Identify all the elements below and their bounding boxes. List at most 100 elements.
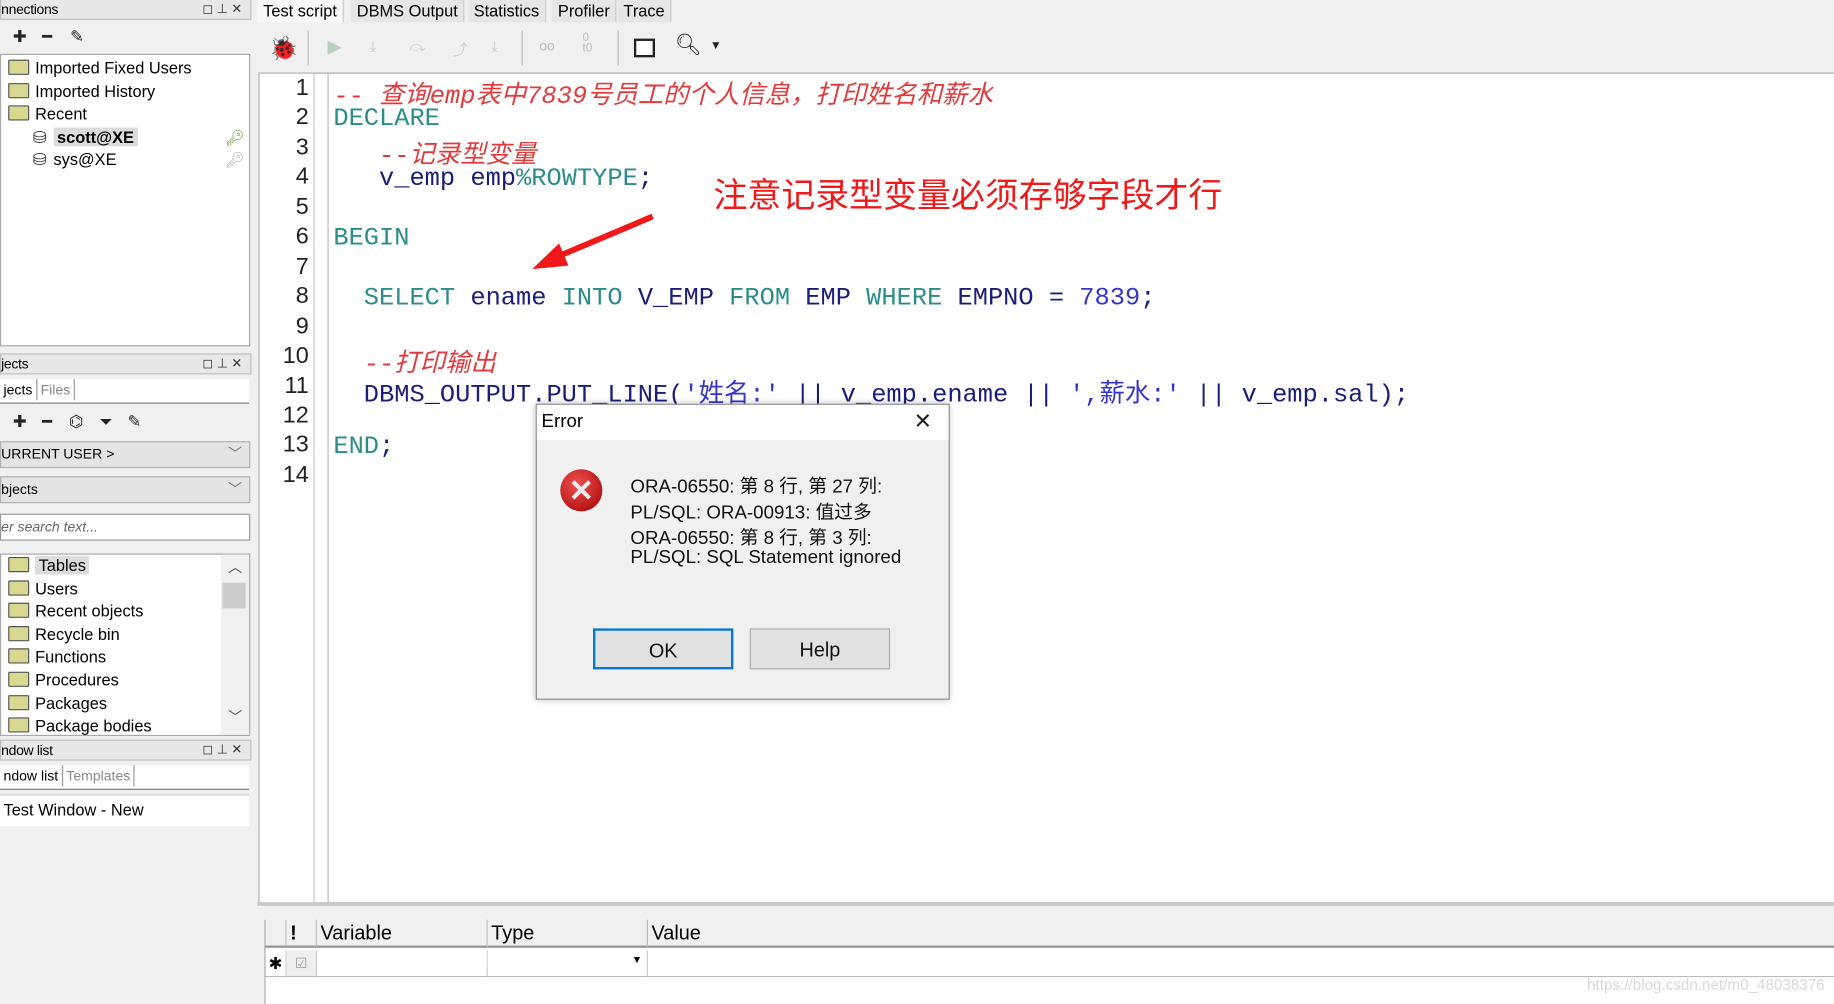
object-tree-item[interactable]: Package bodies [1, 715, 249, 736]
tab-profiler[interactable]: Profiler [552, 0, 617, 23]
object-tree-item[interactable]: Procedures [1, 669, 249, 692]
scroll-up-icon[interactable]: ︿ [228, 557, 242, 577]
tab-trace[interactable]: Trace [617, 0, 672, 23]
tree-item-label: sys@XE [53, 150, 117, 169]
object-tree-item[interactable]: Packages [1, 692, 249, 715]
search-icon[interactable]: 🔍︎ [675, 33, 702, 58]
row-checkbox[interactable]: ☑ [286, 950, 317, 978]
column-header-value[interactable]: Value [647, 919, 1834, 948]
configure-icon[interactable]: ✎ [70, 27, 84, 47]
tab-window-list[interactable]: ndow list [0, 765, 63, 787]
help-button[interactable]: Help [749, 628, 891, 670]
window-list-item[interactable]: Test Window - New [0, 796, 249, 824]
code-token: ; [1140, 283, 1156, 313]
tab-test-script[interactable]: Test script [257, 0, 344, 23]
tab-objects[interactable]: jects [0, 379, 38, 401]
ok-button[interactable]: OK [593, 628, 734, 670]
line-number: 2 [295, 104, 309, 131]
type-cell[interactable]: ▼ [487, 950, 648, 978]
object-tree-item[interactable]: Recycle bin [1, 623, 249, 646]
close-icon[interactable]: ✕ [231, 743, 245, 757]
tab-dbms-output[interactable]: DBMS Output [350, 0, 465, 23]
error-message-line: ORA-06550: 第 8 行, 第 27 列: [630, 477, 883, 498]
new-row-indicator-icon: ✱ [265, 950, 287, 978]
window-list-panel-title: ndow list [1, 741, 53, 759]
code-line[interactable]: BEGIN [333, 224, 409, 253]
restore-icon[interactable]: ◻ [202, 743, 216, 757]
line-number: 5 [295, 194, 309, 220]
step-over-icon[interactable]: ⤼ [409, 37, 425, 56]
folder-icon [8, 602, 30, 619]
object-search-input[interactable]: er search text... [0, 513, 251, 541]
add-icon[interactable]: ✚ [13, 412, 27, 432]
code-line[interactable]: END; [333, 432, 394, 461]
step-out-icon[interactable]: ⤴ [453, 37, 468, 59]
objects-scrollbar[interactable]: ︿ ﹀ [221, 554, 250, 735]
value-cell[interactable] [647, 950, 1834, 978]
scrollbar-thumb[interactable] [222, 582, 246, 609]
line-number: 11 [284, 372, 309, 399]
watch-icon[interactable]: oo [539, 37, 555, 53]
code-token: 7839 [1079, 283, 1141, 313]
close-icon[interactable]: ✕ [231, 357, 245, 371]
code-token: || v_emp.sal); [1180, 379, 1410, 409]
object-type-select[interactable]: bjects ﹀ [0, 476, 251, 504]
run-to-exception-icon[interactable]: ⤓ [491, 37, 498, 56]
line-number: 10 [282, 342, 309, 369]
code-line[interactable]: v_emp emp%ROWTYPE; [333, 164, 653, 193]
remove-icon[interactable]: ━ [42, 412, 52, 432]
scroll-down-icon[interactable]: ﹀ [228, 707, 242, 727]
filter-icon[interactable]: ⏷ [99, 412, 112, 432]
pin-icon[interactable]: ⊥ [217, 357, 232, 371]
line-number: 7 [295, 253, 309, 280]
line-number: 12 [282, 402, 309, 429]
dropdown-arrow-icon[interactable]: ▼ [710, 40, 722, 53]
watermark: https://blog.csdn.net/m0_48038376 [1587, 975, 1825, 994]
object-tree-item[interactable]: Tables [1, 555, 249, 578]
find-binoculars-icon[interactable]: ⌬ [69, 412, 83, 432]
folder-icon [8, 717, 30, 733]
code-token: DECLARE [333, 104, 440, 134]
tree-item-label: Functions [35, 647, 107, 667]
object-tree-item[interactable]: Recent objects [1, 601, 249, 624]
close-icon[interactable]: ✕ [231, 2, 245, 16]
pin-icon[interactable]: ⊥ [217, 2, 232, 16]
connection-tree-item[interactable]: ⛁ scott@XE 🔑︎ [1, 126, 249, 149]
code-token: EMPNO = [942, 283, 1080, 313]
step-into-icon[interactable]: ⤓ [370, 37, 377, 56]
tab-statistics[interactable]: Statistics [467, 0, 547, 23]
remove-icon[interactable]: ━ [42, 27, 52, 47]
user-select[interactable]: URRENT USER > ﹀ [0, 441, 251, 469]
pin-icon[interactable]: ⊥ [217, 743, 232, 757]
tree-item-label: Recent objects [35, 601, 144, 621]
output-window-icon[interactable] [633, 38, 655, 58]
debug-bug-icon[interactable]: 🐞 [269, 34, 298, 63]
connection-tree-item[interactable]: Imported Fixed Users [1, 57, 249, 80]
add-icon[interactable]: ✚ [13, 27, 27, 47]
object-tree-item[interactable]: Functions [1, 646, 249, 669]
close-icon[interactable]: ✕ [914, 408, 933, 435]
tab-files[interactable]: Files [37, 379, 75, 401]
connection-tree-item[interactable]: ⛁ sys@XE 🔑︎ [1, 149, 249, 172]
tab-templates[interactable]: Templates [63, 765, 135, 787]
run-icon[interactable]: ▶ [327, 35, 341, 58]
dropdown-arrow-icon[interactable]: ▼ [632, 954, 642, 966]
column-header-variable[interactable]: Variable [316, 919, 488, 948]
connection-tree-item[interactable]: Imported History [1, 80, 249, 103]
code-token: ename [455, 283, 562, 313]
connection-tree-item[interactable]: Recent [1, 103, 249, 126]
database-icon: ⛁ [32, 127, 47, 147]
tree-item-label: Package bodies [35, 716, 152, 736]
restore-icon[interactable]: ◻ [202, 357, 216, 371]
object-tree-item[interactable]: Users [1, 578, 249, 601]
test-toolbar: 🐞 ▶ ⤓ ⤼ ⤴ ⤓ oo 0 t0 🔍︎ ▼ [257, 23, 1834, 71]
configure-icon[interactable]: ✎ [127, 412, 141, 432]
code-line[interactable]: SELECT ename INTO V_EMP FROM EMP WHERE E… [333, 283, 1156, 313]
variables-icon[interactable]: 0 t0 [582, 32, 592, 54]
code-line[interactable]: DECLARE [333, 105, 440, 134]
restore-icon[interactable]: ◻ [202, 2, 216, 16]
variable-cell[interactable] [316, 950, 488, 978]
column-header-type[interactable]: Type [487, 919, 648, 948]
connections-tree: Imported Fixed Users Imported History Rece… [0, 53, 251, 347]
